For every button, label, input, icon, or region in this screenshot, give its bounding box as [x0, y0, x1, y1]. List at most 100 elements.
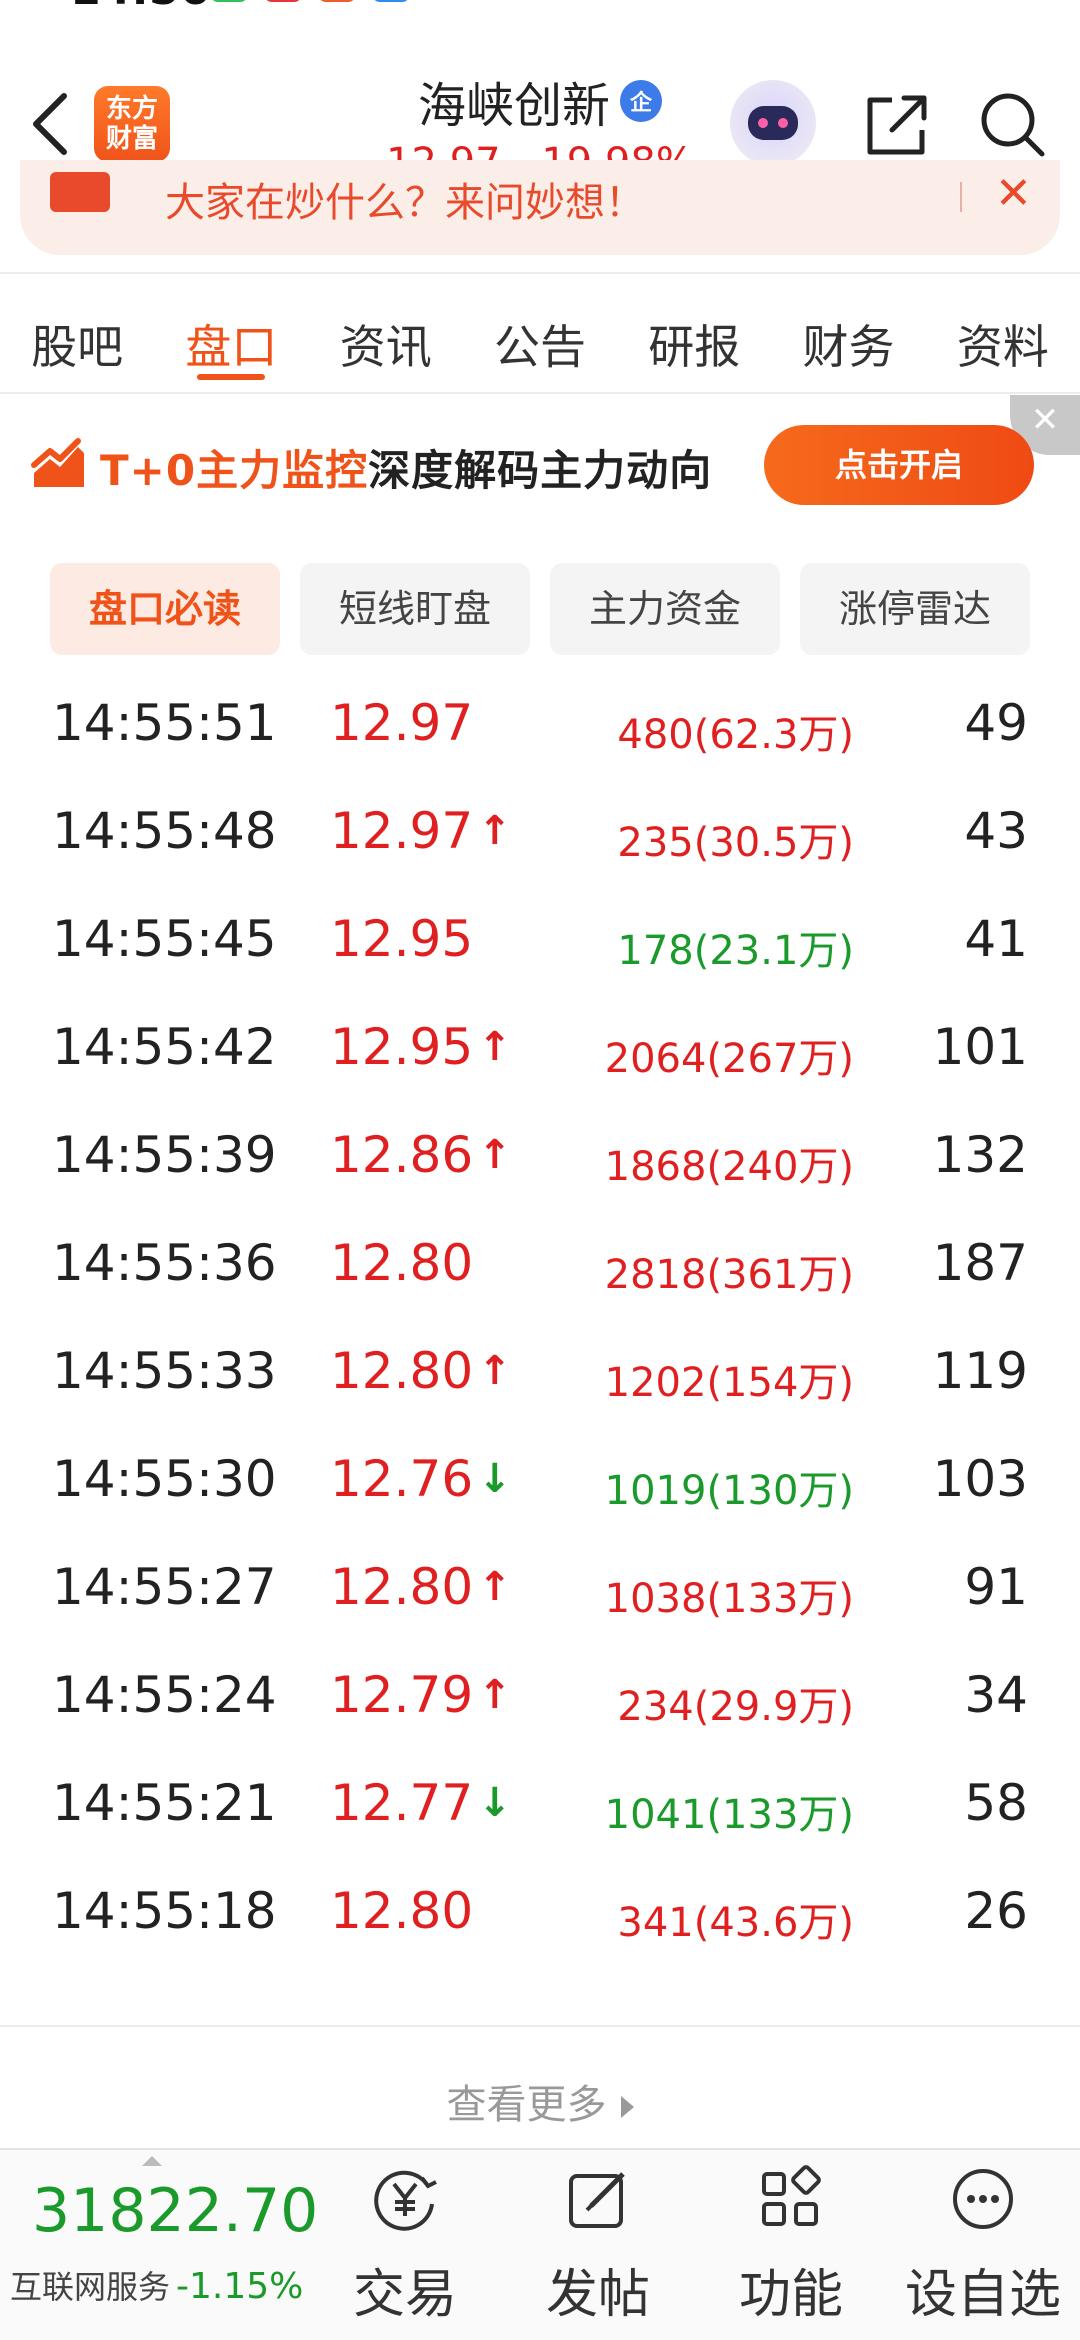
trade-row: 14:55:39 12.86 ↑ 1868(240万) 132 [0, 1104, 1080, 1212]
enable-button[interactable]: 点击开启 [764, 425, 1034, 505]
trade-row: 14:55:45 12.95 178(23.1万) 41 [0, 888, 1080, 996]
trade-count: 26 [964, 1882, 1028, 1940]
nav-label: 发帖 [545, 2265, 650, 2325]
trade-count: 132 [932, 1126, 1028, 1184]
stock-name: 海峡创新 [417, 78, 610, 134]
tab-profile[interactable]: 资料 [926, 275, 1080, 390]
arrow-down-icon: ↓ [478, 1456, 512, 1502]
share-button[interactable] [862, 90, 932, 160]
trade-time: 14:55:45 [52, 910, 277, 968]
divider [0, 392, 1080, 394]
trade-count: 101 [932, 1018, 1028, 1076]
subtab-short-term[interactable]: 短线盯盘 [300, 563, 530, 655]
trade-price: 12.80 [330, 1234, 474, 1292]
nav-add-watchlist[interactable]: 设自选 [888, 2150, 1078, 2340]
search-button[interactable] [976, 88, 1048, 160]
trade-time: 14:55:24 [52, 1666, 277, 1724]
tab-pankou[interactable]: 盘口 [154, 275, 308, 390]
trade-count: 119 [932, 1342, 1028, 1400]
nav-label: 设自选 [904, 2265, 1061, 2325]
stock-detail-page: 14:56 东方 财富 海峡创新 企 [0, 0, 1080, 2340]
close-icon[interactable]: ✕ [995, 168, 1032, 219]
trade-volume: 2818(361万) [604, 1252, 854, 1298]
ai-assistant-button[interactable] [730, 80, 816, 166]
trade-count: 187 [932, 1234, 1028, 1292]
notice-divider [960, 182, 962, 212]
trade-row: 14:55:51 12.97 480(62.3万) 49 [0, 672, 1080, 780]
trade-time: 14:55:18 [52, 1882, 277, 1940]
arrow-up-icon: ↑ [478, 1132, 512, 1178]
tab-guba[interactable]: 股吧 [0, 275, 154, 390]
trade-time: 14:55:21 [52, 1774, 277, 1832]
trade-row: 14:55:48 12.97 ↑ 235(30.5万) 43 [0, 780, 1080, 888]
trade-row: 14:55:18 12.80 341(43.6万) 26 [0, 1860, 1080, 1968]
divider [0, 2025, 1080, 2027]
subtab-must-read[interactable]: 盘口必读 [50, 563, 280, 655]
trade-row: 14:55:21 12.77 ↓ 1041(133万) 58 [0, 1752, 1080, 1860]
notice-text: 大家在炒什么？来问妙想！ [165, 180, 645, 226]
wechat-icon [210, 0, 248, 2]
trade-detail-list: 14:55:51 12.97 480(62.3万) 49 14:55:48 12.97 ↑ 2… [0, 672, 1080, 1968]
trade-count: 103 [932, 1450, 1028, 1508]
trade-time: 14:55:30 [52, 1450, 277, 1508]
trade-row: 14:55:27 12.80 ↑ 1038(133万) 91 [0, 1536, 1080, 1644]
trade-time: 14:55:36 [52, 1234, 277, 1292]
yen-circle-icon [374, 2170, 437, 2231]
trade-count: 91 [964, 1558, 1028, 1616]
ask-notice-banner[interactable]: 大家在炒什么？来问妙想！ ✕ [20, 160, 1060, 255]
promo-title-text: 深度解码主力动向 [368, 446, 713, 495]
caret-right-icon [620, 2096, 634, 2118]
divider [0, 272, 1080, 274]
nav-label: 交易 [352, 2265, 457, 2325]
tab-news[interactable]: 资讯 [309, 275, 463, 390]
tab-research[interactable]: 研报 [617, 275, 771, 390]
trade-price: 12.80 [330, 1558, 474, 1616]
arrow-up-icon: ↑ [478, 808, 512, 854]
promo-title: T+0主力监控深度解码主力动向 [100, 437, 712, 498]
nav-functions[interactable]: 功能 [696, 2150, 886, 2340]
nav-post[interactable]: 发帖 [503, 2150, 693, 2340]
tab-announcements[interactable]: 公告 [463, 275, 617, 390]
app-notification-icon [264, 0, 302, 2]
app-notification-icon [318, 0, 356, 2]
arrow-up-icon: ↑ [478, 1348, 512, 1394]
index-name: 互联网服务 [10, 2268, 171, 2306]
trade-price: 12.76 [330, 1450, 474, 1508]
view-more-button[interactable]: 查看更多 [0, 2072, 1080, 2130]
index-change: -1.15% [176, 2266, 304, 2307]
subtab-bar: 盘口必读 短线盯盘 主力资金 涨停雷达 [50, 563, 1030, 655]
trade-time: 14:55:39 [52, 1126, 277, 1184]
index-name-line: 互联网服务 -1.15% [10, 2262, 303, 2308]
trade-volume: 1868(240万) [604, 1144, 854, 1190]
trade-price: 12.97 [330, 802, 474, 860]
trade-count: 34 [964, 1666, 1028, 1724]
status-time: 14:56 [70, 0, 210, 15]
sector-index[interactable]: 31822.70 互联网服务 -1.15% [0, 2150, 320, 2340]
trade-volume: 1041(133万) [604, 1792, 854, 1838]
arrow-down-icon: ↓ [478, 1780, 512, 1826]
trade-volume: 480(62.3万) [617, 712, 854, 758]
trade-volume: 178(23.1万) [617, 928, 854, 974]
trade-price: 12.80 [330, 1342, 474, 1400]
trade-time: 14:55:33 [52, 1342, 277, 1400]
edit-icon [569, 2172, 625, 2228]
tab-finance[interactable]: 财务 [771, 275, 925, 390]
caret-up-icon [142, 2156, 162, 2166]
trade-count: 41 [964, 910, 1028, 968]
nav-trade[interactable]: 交易 [310, 2150, 500, 2340]
arrow-up-icon: ↑ [478, 1672, 512, 1718]
trade-volume: 1019(130万) [604, 1468, 854, 1514]
trade-price: 12.97 [330, 694, 474, 752]
search-icon [981, 93, 1045, 157]
trade-row: 14:55:24 12.79 ↑ 234(29.9万) 34 [0, 1644, 1080, 1752]
subtab-limit-up-radar[interactable]: 涨停雷达 [800, 563, 1030, 655]
enterprise-badge: 企 [620, 80, 662, 122]
promo-banner[interactable]: ✕ T+0主力监控深度解码主力动向 点击开启 [0, 395, 1080, 545]
trade-volume: 235(30.5万) [617, 820, 854, 866]
bottom-bar: 31822.70 互联网服务 -1.15% 交易 发帖 功能 设自选 [0, 2148, 1080, 2340]
subtab-main-funds[interactable]: 主力资金 [550, 563, 780, 655]
trade-price: 12.95 [330, 910, 474, 968]
trade-row: 14:55:36 12.80 2818(361万) 187 [0, 1212, 1080, 1320]
grid-icon [762, 2165, 821, 2226]
trade-volume: 234(29.9万) [617, 1684, 854, 1730]
